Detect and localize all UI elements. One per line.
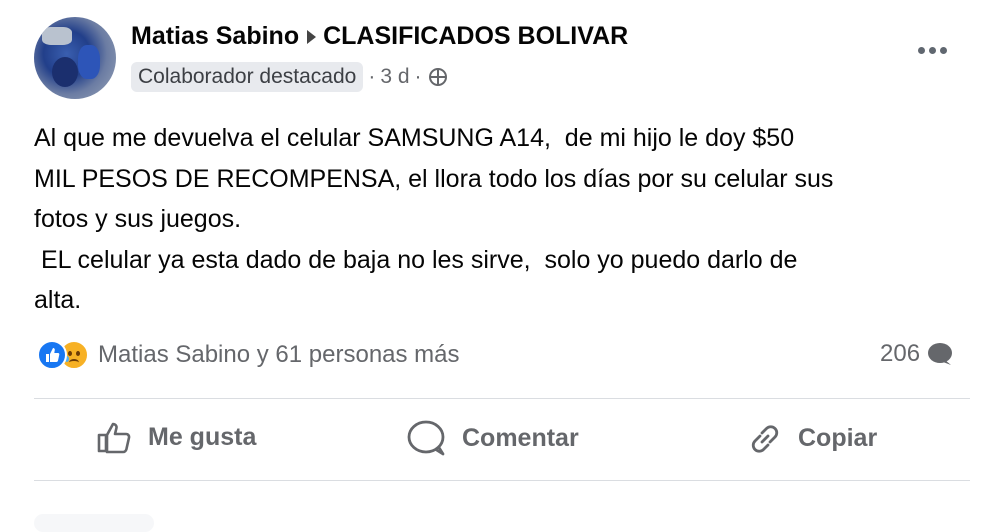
divider	[34, 398, 970, 399]
comments-number: 206	[880, 340, 921, 367]
dot-icon	[929, 47, 936, 54]
copy-link-button[interactable]: Copiar	[746, 420, 877, 456]
author-avatar[interactable]	[34, 17, 116, 99]
reactions-summary[interactable]: Matias Sabino y 61 personas más	[37, 340, 460, 370]
dot-icon	[918, 47, 925, 54]
like-button[interactable]: Me gusta	[96, 420, 256, 454]
like-label: Me gusta	[148, 422, 257, 451]
comments-count[interactable]: 206	[880, 340, 953, 368]
comment-area-hint	[34, 514, 154, 532]
group-name[interactable]: CLASIFICADOS BOLIVAR	[323, 22, 628, 51]
post-time[interactable]: 3 d	[380, 65, 409, 89]
comment-button[interactable]: Comentar	[406, 420, 579, 456]
caret-right-icon	[307, 29, 317, 44]
link-icon	[751, 425, 779, 453]
comment-icon	[928, 343, 953, 365]
post-body: Al que me devuelva el celular SAMSUNG A1…	[34, 124, 834, 314]
globe-icon	[428, 68, 447, 86]
copy-label: Copiar	[798, 423, 878, 452]
thumbs-up-icon	[97, 422, 131, 454]
separator-dot: ·	[414, 65, 422, 88]
dot-icon	[940, 47, 947, 54]
reactions-text: Matias Sabino y 61 personas más	[98, 341, 460, 368]
divider	[34, 480, 970, 481]
comment-bubble-icon	[407, 420, 445, 456]
like-icon	[37, 340, 67, 370]
comment-label: Comentar	[462, 423, 579, 452]
post-header: Matias Sabino CLASIFICADOS BOLIVAR	[131, 22, 628, 51]
separator-dot: ·	[368, 65, 376, 88]
more-options-button[interactable]	[918, 47, 947, 54]
author-name[interactable]: Matias Sabino	[131, 22, 299, 51]
contributor-badge: Colaborador destacado	[131, 62, 364, 92]
post-meta: Colaborador destacado · 3 d ·	[131, 62, 447, 92]
